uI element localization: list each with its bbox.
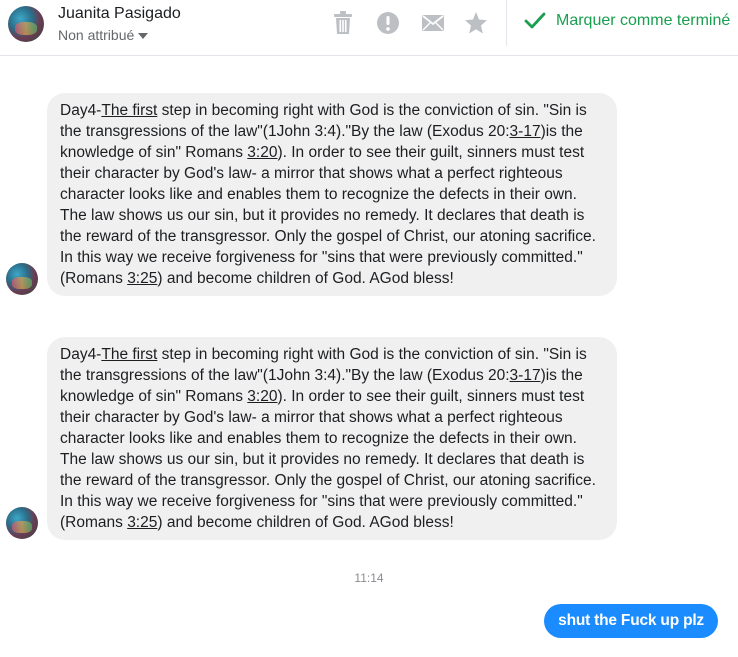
outgoing-message: shut the Fuck up plz xyxy=(544,604,718,638)
header-divider xyxy=(506,0,507,46)
message-text: Day4- xyxy=(60,346,102,363)
message-text: ) and become children of God. AGod bless… xyxy=(157,514,454,531)
message-text: ) and become children of God. AGod bless… xyxy=(157,270,454,287)
assignment-label: Non attribué xyxy=(58,27,135,43)
message-link[interactable]: 3-17 xyxy=(510,123,541,140)
alert-icon xyxy=(377,12,399,34)
conversation-header: Juanita Pasigado Non attribué Marquer co… xyxy=(0,0,738,56)
message-link[interactable]: The first xyxy=(101,102,157,119)
sender-avatar[interactable] xyxy=(6,263,38,295)
mark-done-button[interactable]: Marquer comme terminé xyxy=(524,12,730,30)
mail-icon xyxy=(422,15,444,31)
message-link[interactable]: The first xyxy=(101,346,157,363)
message-link[interactable]: 3:20 xyxy=(247,144,277,161)
incoming-message: Day4-The first step in becoming right wi… xyxy=(47,93,617,296)
message-text: Day4- xyxy=(60,102,102,119)
mark-unread-button[interactable] xyxy=(420,10,446,36)
trash-icon xyxy=(334,11,352,34)
message-link[interactable]: 3:20 xyxy=(247,388,277,405)
checkmark-icon xyxy=(524,12,546,29)
message-link[interactable]: 3:25 xyxy=(127,514,157,531)
contact-avatar[interactable] xyxy=(8,6,44,42)
spam-button[interactable] xyxy=(375,10,401,36)
assignment-dropdown[interactable]: Non attribué xyxy=(58,27,149,43)
chevron-down-icon xyxy=(138,33,149,39)
contact-name[interactable]: Juanita Pasigado xyxy=(58,5,181,23)
message-text: ). In order to see their guilt, sinners … xyxy=(60,144,596,287)
message-timestamp: 11:14 xyxy=(354,571,384,585)
star-icon xyxy=(465,12,487,34)
incoming-message: Day4-The first step in becoming right wi… xyxy=(47,337,617,540)
message-link[interactable]: 3:25 xyxy=(127,270,157,287)
trash-button[interactable] xyxy=(330,10,356,36)
message-text: ). In order to see their guilt, sinners … xyxy=(60,388,596,531)
star-button[interactable] xyxy=(463,10,489,36)
message-link[interactable]: 3-17 xyxy=(510,367,541,384)
sender-avatar[interactable] xyxy=(6,507,38,539)
mark-done-label: Marquer comme terminé xyxy=(556,12,731,29)
